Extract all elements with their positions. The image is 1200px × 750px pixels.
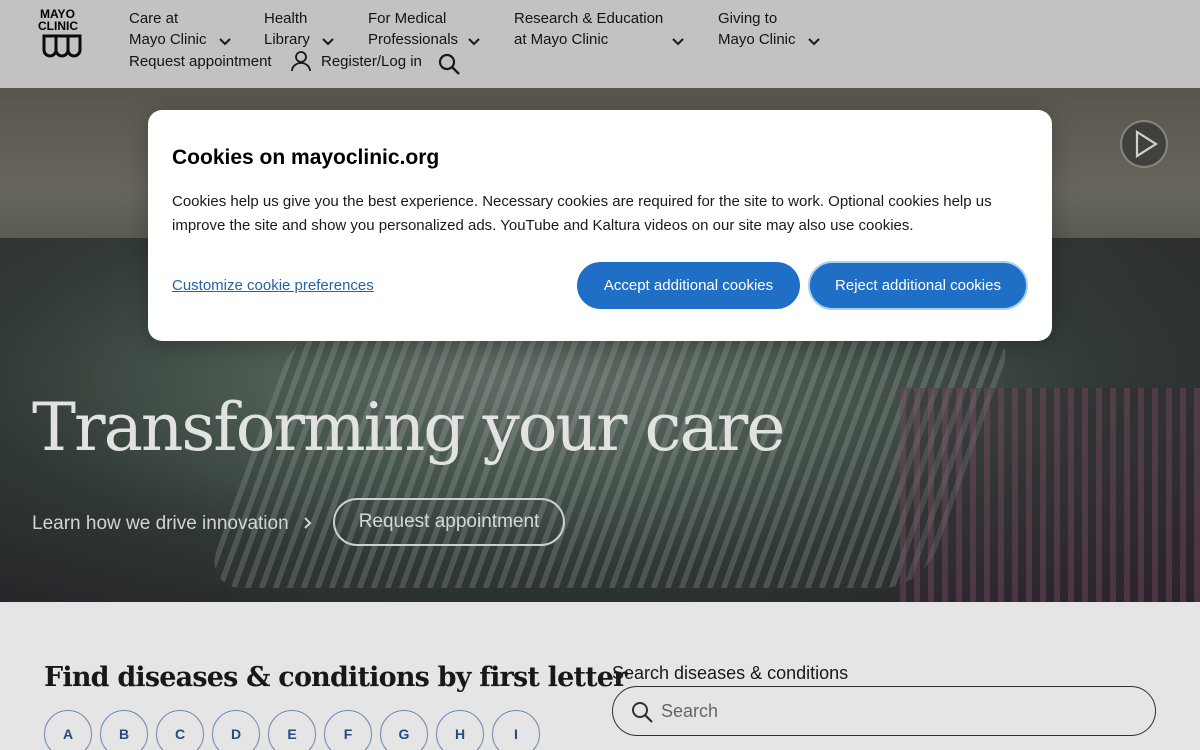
nav-giving-to-mayo-clinic[interactable]: Giving to Mayo Clinic bbox=[718, 8, 822, 50]
search-diseases-box[interactable] bbox=[612, 686, 1156, 736]
letter-button-b[interactable]: B bbox=[100, 710, 148, 750]
accept-cookies-button[interactable]: Accept additional cookies bbox=[577, 262, 800, 309]
nav-label-line2: Mayo Clinic bbox=[718, 31, 796, 48]
chevron-down-icon bbox=[219, 38, 231, 46]
chevron-down-icon bbox=[468, 38, 480, 46]
find-diseases-title: Find diseases & conditions by first lett… bbox=[44, 662, 627, 693]
letter-button-a[interactable]: A bbox=[44, 710, 92, 750]
shields-icon bbox=[42, 34, 82, 58]
chevron-down-icon bbox=[672, 38, 684, 46]
reject-cookies-button[interactable]: Reject additional cookies bbox=[808, 261, 1028, 310]
letter-button-f[interactable]: F bbox=[324, 710, 372, 750]
learn-innovation-link[interactable]: Learn how we drive innovation bbox=[32, 512, 312, 536]
site-header: MAYO CLINIC Care at Mayo Clinic Health L… bbox=[0, 0, 1200, 88]
search-diseases-label: Search diseases & conditions bbox=[612, 663, 849, 683]
search-icon[interactable] bbox=[437, 52, 461, 76]
nav-label-line2: at Mayo Clinic bbox=[514, 31, 609, 48]
user-icon bbox=[291, 51, 311, 72]
letter-button-i[interactable]: I bbox=[492, 710, 540, 750]
letter-filter-list: A B C D E F G H I bbox=[44, 710, 540, 750]
header-request-appointment-link[interactable]: Request appointment bbox=[129, 52, 272, 72]
cookie-dialog-title: Cookies on mayoclinic.org bbox=[172, 146, 440, 169]
chevron-right-icon bbox=[304, 517, 312, 529]
cookie-consent-dialog: Cookies on mayoclinic.org Cookies help u… bbox=[148, 110, 1052, 341]
nav-label-line1: For Medical bbox=[368, 10, 447, 27]
nav-label-line2: Mayo Clinic bbox=[129, 31, 207, 48]
letter-button-g[interactable]: G bbox=[380, 710, 428, 750]
letter-button-e[interactable]: E bbox=[268, 710, 316, 750]
customize-cookie-preferences-link[interactable]: Customize cookie preferences bbox=[172, 276, 374, 296]
search-icon bbox=[632, 702, 653, 723]
nav-health-library[interactable]: Health Library bbox=[264, 8, 336, 50]
mayo-clinic-logo[interactable]: MAYO CLINIC bbox=[38, 8, 84, 66]
register-login-label: Register/Log in bbox=[321, 53, 422, 70]
nav-label-line1: Research & Education bbox=[514, 10, 664, 27]
video-play-button[interactable] bbox=[1120, 120, 1168, 168]
learn-innovation-label: Learn how we drive innovation bbox=[32, 513, 289, 534]
hero-request-appointment-button[interactable]: Request appointment bbox=[333, 498, 565, 546]
nav-label-line2: Professionals bbox=[368, 31, 459, 48]
letter-button-h[interactable]: H bbox=[436, 710, 484, 750]
nav-care-at-mayo-clinic[interactable]: Care at Mayo Clinic bbox=[129, 8, 233, 50]
chevron-down-icon bbox=[322, 38, 334, 46]
nav-research-education[interactable]: Research & Education at Mayo Clinic bbox=[514, 8, 686, 50]
nav-label-line1: Care at bbox=[129, 10, 179, 27]
play-icon bbox=[1135, 130, 1159, 158]
nav-for-medical-professionals[interactable]: For Medical Professionals bbox=[368, 8, 482, 50]
nav-label-line1: Health bbox=[264, 10, 308, 27]
nav-label-line1: Giving to bbox=[718, 10, 778, 27]
logo-line2: CLINIC bbox=[38, 19, 78, 33]
chevron-down-icon bbox=[808, 38, 820, 46]
letter-button-c[interactable]: C bbox=[156, 710, 204, 750]
letter-button-d[interactable]: D bbox=[212, 710, 260, 750]
cookie-dialog-body: Cookies help us give you the best experi… bbox=[172, 193, 992, 234]
hero-title: Transforming your care bbox=[32, 389, 785, 466]
search-diseases-input[interactable] bbox=[661, 687, 1141, 735]
